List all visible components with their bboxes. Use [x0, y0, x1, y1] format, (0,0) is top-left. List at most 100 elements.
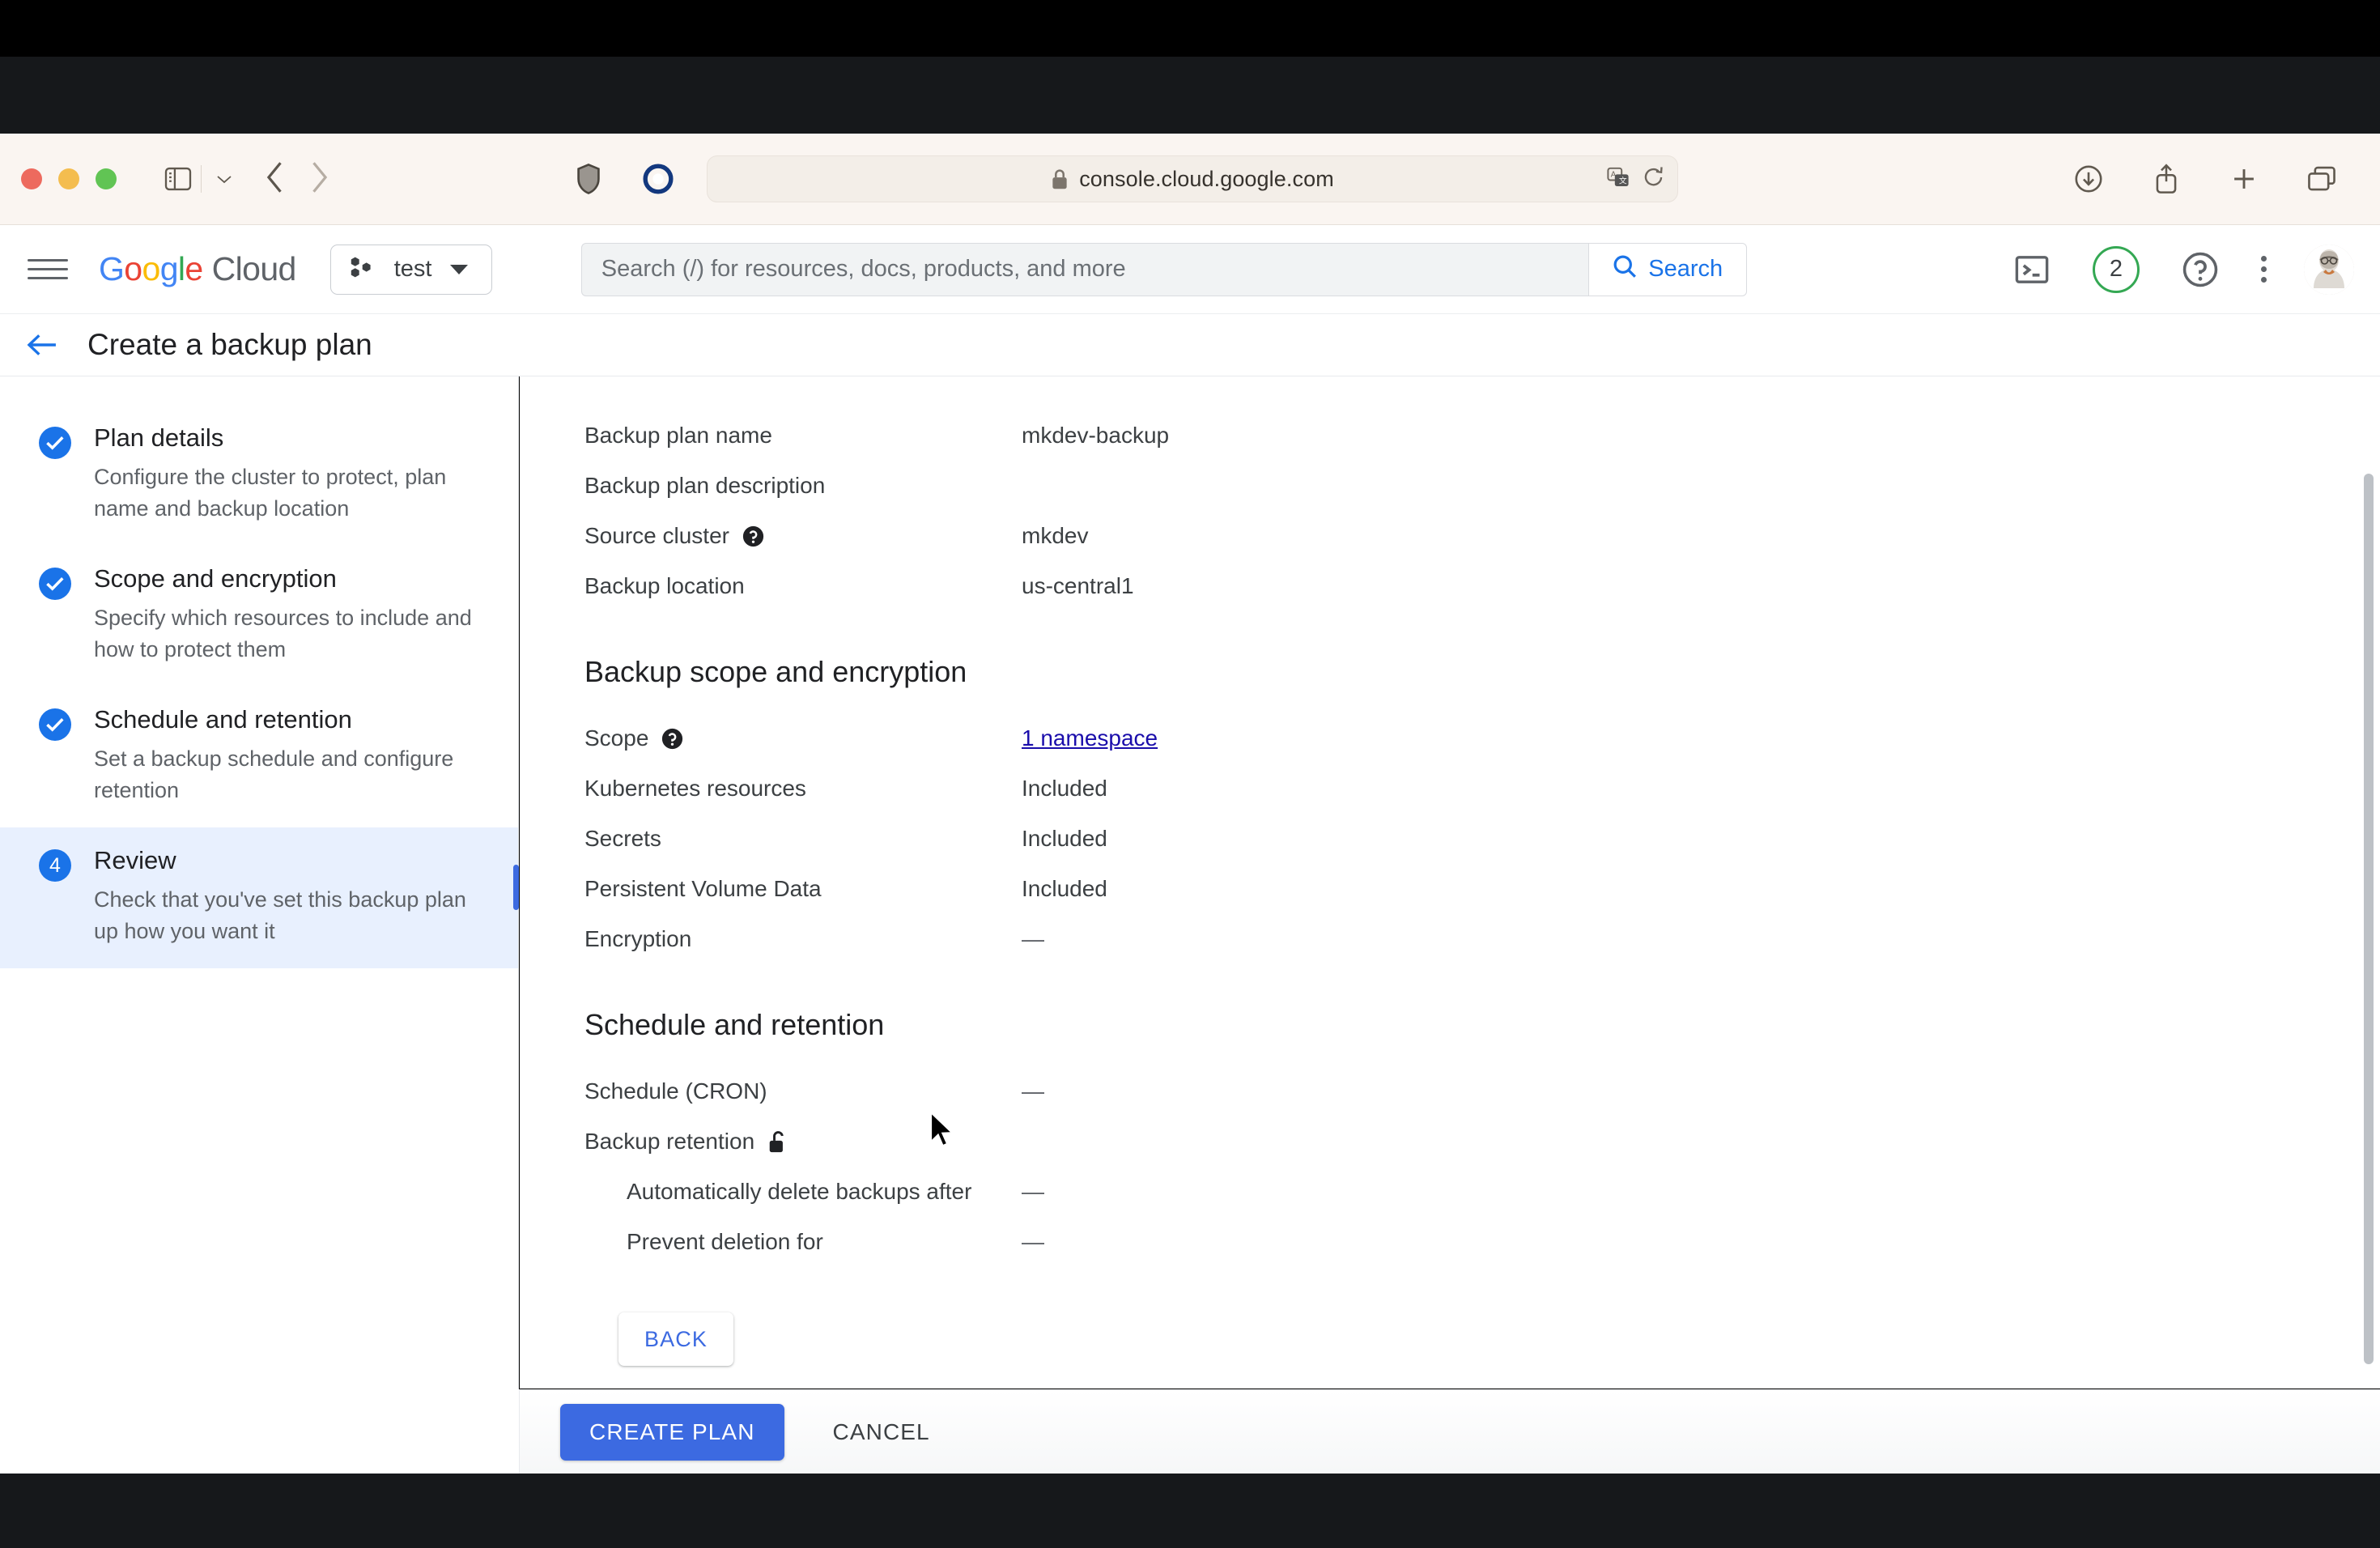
sidebar-item-review[interactable]: 4 Review Check that you've set this back… [0, 827, 519, 969]
back-arrow-icon[interactable] [18, 321, 66, 369]
notifications-count: 2 [2109, 256, 2123, 282]
project-selector[interactable]: test [329, 244, 492, 295]
row-label: Encryption [584, 926, 692, 951]
help-circle-icon[interactable] [2177, 246, 2224, 293]
page-title: Create a backup plan [87, 328, 372, 361]
more-vertical-icon[interactable] [2261, 256, 2267, 283]
address-bar-url: console.cloud.google.com [1079, 166, 1334, 191]
page-title-bar: Create a backup plan [0, 314, 2380, 376]
review-row-source-cluster: Source cluster mkdev [584, 511, 2380, 561]
notifications-badge[interactable]: 2 [2093, 245, 2140, 293]
window-traffic-lights[interactable] [21, 168, 117, 189]
cloud-console-header: Google Cloud test Search (/) for resourc… [0, 225, 2380, 314]
step-number: 4 [49, 853, 61, 877]
clipped-section-heading-text: Plan details [584, 399, 735, 401]
back-button[interactable]: BACK [618, 1312, 733, 1366]
address-bar[interactable]: console.cloud.google.com A 文 [707, 155, 1678, 202]
cancel-button[interactable]: CANCEL [812, 1404, 951, 1461]
svg-text:文: 文 [1619, 175, 1627, 185]
sidebar-item-schedule-and-retention[interactable]: Schedule and retention Set a backup sche… [0, 687, 518, 827]
step-description: Configure the cluster to protect, plan n… [94, 464, 447, 521]
row-label: Source cluster [584, 523, 1022, 549]
step-check-icon [39, 708, 71, 742]
sidebar-item-scope-and-encryption[interactable]: Scope and encryption Specify which resou… [0, 546, 518, 687]
content-scrollbar[interactable] [2364, 474, 2374, 1364]
row-value: Included [1022, 776, 1107, 801]
row-label: Backup location [584, 573, 745, 598]
share-icon[interactable] [2148, 161, 2184, 197]
step-check-icon [39, 427, 71, 459]
reload-icon[interactable] [1643, 166, 1664, 193]
avatar[interactable] [2304, 244, 2354, 295]
step-title: Review [94, 846, 176, 875]
step-title: Scope and encryption [94, 564, 337, 593]
review-row-scope: Scope 1 namespace [584, 713, 2380, 763]
new-tab-icon[interactable] [2226, 161, 2262, 197]
review-row-automatically-delete-backups-after: Automatically delete backups after — [584, 1167, 2380, 1217]
sidebar-item-plan-details[interactable]: Plan details Configure the cluster to pr… [0, 405, 518, 546]
close-window-button[interactable] [21, 168, 42, 189]
search-input[interactable] [601, 256, 1569, 283]
browser-forward-icon[interactable] [308, 160, 329, 198]
unlock-icon [767, 1130, 788, 1154]
review-row-secrets: Secrets Included [584, 814, 2380, 864]
search-icon [1612, 253, 1638, 286]
toolbar-divider [201, 165, 202, 193]
row-label: Prevent deletion for [627, 1229, 823, 1254]
active-step-indicator [513, 865, 519, 911]
row-value: — [1022, 1179, 1044, 1204]
clipped-section-heading: Plan details [584, 399, 2380, 410]
step-description: Specify which resources to include and h… [94, 605, 472, 661]
cloud-shell-icon[interactable] [2008, 246, 2055, 293]
create-plan-button[interactable]: CREATE PLAN [560, 1403, 784, 1461]
compass-icon[interactable] [640, 161, 676, 197]
tab-overview-icon[interactable] [2304, 161, 2340, 197]
step-description: Check that you've set this backup plan u… [94, 887, 466, 943]
review-row-backup-plan-name: Backup plan name mkdev-backup [584, 410, 2380, 461]
translate-icon[interactable]: A 文 [1607, 167, 1630, 192]
row-label-text: Source cluster [584, 523, 729, 548]
downloads-icon[interactable] [2071, 161, 2106, 197]
help-circle-icon[interactable] [742, 525, 764, 547]
screen-letterbox-bottom [0, 1474, 2380, 1548]
review-row-schedule-cron: Schedule (CRON) — [584, 1066, 2380, 1116]
review-row-encryption: Encryption — [584, 914, 2380, 964]
search-input-wrapper[interactable] [580, 242, 1588, 296]
scope-namespace-link[interactable]: 1 namespace [1022, 725, 1158, 751]
chevron-down-icon [449, 264, 468, 274]
row-value: 1 namespace [1022, 725, 1158, 751]
global-search: Search [580, 242, 1747, 296]
search-button[interactable]: Search [1587, 242, 1747, 296]
row-label: Scope [584, 725, 1022, 751]
help-circle-icon[interactable] [661, 728, 683, 750]
sidebar-footer-spacer [0, 1389, 520, 1474]
hamburger-menu-icon[interactable] [28, 259, 68, 279]
row-value: — [1022, 1078, 1044, 1104]
step-number-badge: 4 [39, 849, 71, 882]
logo-cloud-word: Cloud [211, 250, 297, 287]
review-panel: Plan details Backup plan name mkdev-back… [520, 376, 2380, 1389]
row-value: us-central1 [1022, 573, 1134, 598]
row-label: Automatically delete backups after [627, 1179, 972, 1204]
maximize-window-button[interactable] [96, 168, 117, 189]
row-label: Persistent Volume Data [584, 876, 822, 901]
browser-toolbar: console.cloud.google.com A 文 [0, 134, 2380, 225]
project-name: test [393, 256, 432, 282]
minimize-window-button[interactable] [58, 168, 79, 189]
browser-back-icon[interactable] [265, 160, 286, 198]
review-row-backup-retention: Backup retention [584, 1116, 2380, 1167]
sidebar-toggle-icon[interactable] [160, 161, 196, 197]
review-row-prevent-deletion-for: Prevent deletion for — [584, 1217, 2380, 1267]
screen-letterbox-top-secondary [0, 57, 2380, 134]
row-label-text: Backup retention [584, 1129, 755, 1154]
project-nodes-icon [349, 253, 376, 285]
privacy-shield-icon[interactable] [571, 161, 606, 197]
sidebar-options-chevron-icon[interactable] [206, 161, 242, 197]
google-cloud-logo[interactable]: Google Cloud [99, 250, 296, 288]
row-label-text: Scope [584, 725, 649, 751]
row-value: — [1022, 1229, 1044, 1254]
row-label: Backup retention [584, 1129, 1022, 1155]
review-row-backup-plan-description: Backup plan description [584, 461, 2380, 511]
wizard-stepper: Plan details Configure the cluster to pr… [0, 376, 519, 1474]
row-value: Included [1022, 826, 1107, 851]
